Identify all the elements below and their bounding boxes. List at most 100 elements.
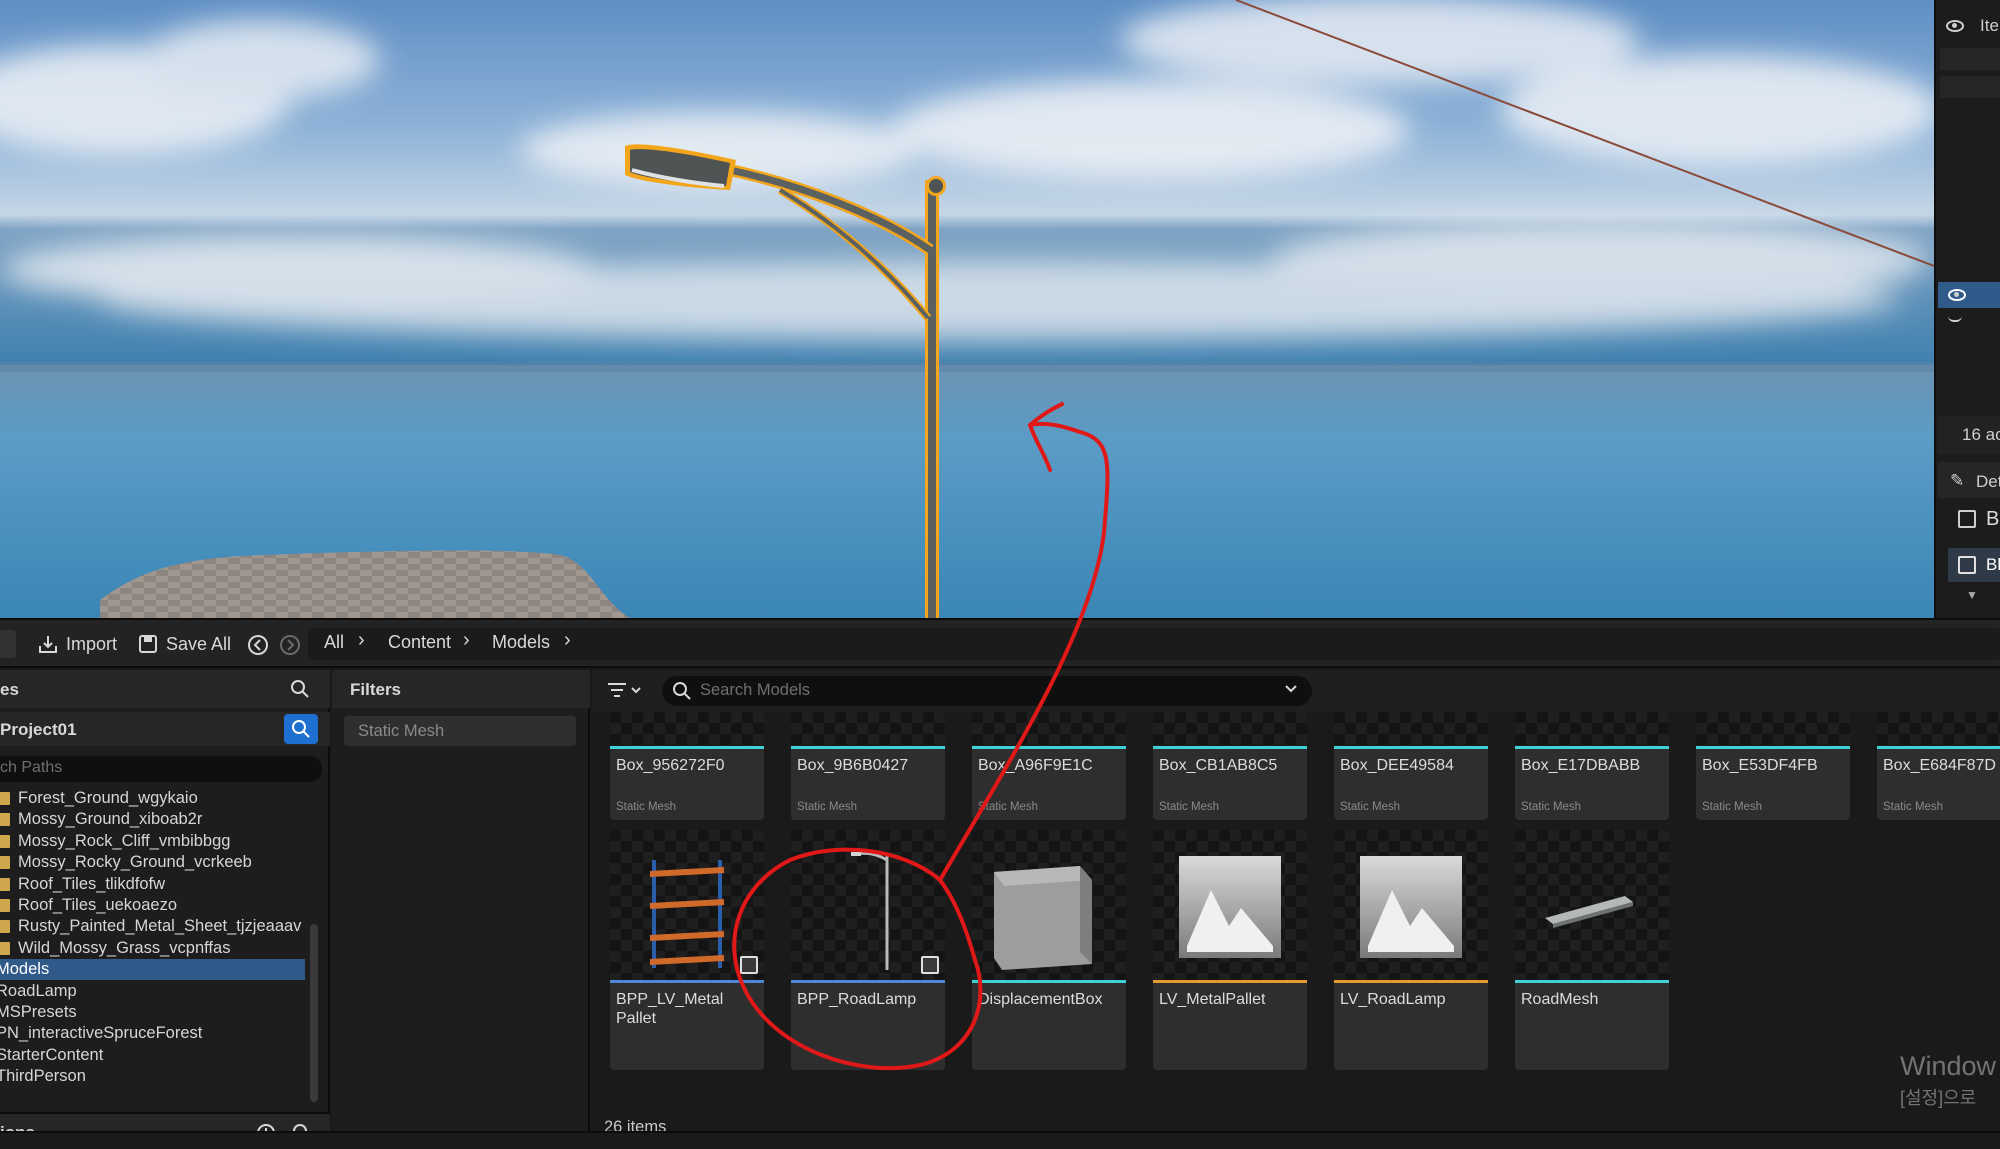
outliner-row-selected[interactable] xyxy=(1938,282,2000,308)
tree-item[interactable]: Mossy_Ground_xiboab2r xyxy=(0,809,305,830)
asset-tile[interactable]: BPP_RoadLamp xyxy=(791,830,945,1070)
asset-type-bar xyxy=(1877,746,2000,749)
tree-item-label: Mossy_Rock_Cliff_vmbibbgg xyxy=(18,831,231,850)
tree-item-label: Mossy_Ground_xiboab2r xyxy=(18,810,203,829)
tree-item-label: Rusty_Painted_Metal_Sheet_tjzjeaaav xyxy=(18,917,302,936)
filter-icon[interactable] xyxy=(606,680,646,707)
tree-scrollbar[interactable] xyxy=(310,924,318,1102)
asset-name: BPP_RoadLamp xyxy=(797,991,917,1008)
tree-item[interactable]: Wild_Mossy_Grass_vcpnffas xyxy=(0,938,305,959)
blueprint-icon xyxy=(1958,510,1976,528)
chevron-right-icon[interactable]: › xyxy=(463,629,470,652)
asset-tile[interactable]: Box_E17DBABB Static Mesh xyxy=(1515,712,1669,820)
asset-name: Box_CB1AB8C5 xyxy=(1159,757,1278,774)
asset-tile[interactable]: Box_E684F87D Static Mesh xyxy=(1877,712,2000,820)
asset-name: Box_E53DF4FB xyxy=(1702,757,1818,774)
asset-thumbnail xyxy=(972,712,1126,746)
chevron-right-icon[interactable]: › xyxy=(564,629,571,652)
project-search-button[interactable] xyxy=(284,714,318,744)
asset-type-bar xyxy=(1334,746,1488,749)
chevron-down-icon[interactable] xyxy=(1282,680,1300,703)
tree-item-label: ThirdPerson xyxy=(0,1067,86,1086)
status-bar xyxy=(0,1131,2000,1149)
asset-type: Static Mesh xyxy=(1521,801,1582,813)
asset-tile[interactable]: Box_9B6B0427 Static Mesh xyxy=(791,712,945,820)
eye-icon[interactable] xyxy=(1946,20,1964,32)
asset-tile[interactable]: LV_MetalPallet xyxy=(1153,830,1307,1070)
breadcrumb-all[interactable]: All xyxy=(324,632,344,653)
breadcrumb-content[interactable]: Content xyxy=(388,632,451,653)
save-icon xyxy=(138,634,158,654)
breadcrumb-models[interactable]: Models xyxy=(492,632,550,653)
project-row[interactable]: Project01 xyxy=(0,712,330,746)
asset-tile[interactable]: BPP_LV_Metal Pallet xyxy=(610,830,764,1070)
asset-type: Static Mesh xyxy=(978,801,1039,813)
asset-tile[interactable]: DisplacementBox xyxy=(972,830,1126,1070)
tree-item-label: Roof_Tiles_tlikdfofw xyxy=(18,874,166,893)
asset-tile[interactable]: Box_DEE49584 Static Mesh xyxy=(1334,712,1488,820)
folder-icon xyxy=(0,856,10,870)
asset-type-bar xyxy=(1153,980,1307,983)
path-search-input[interactable]: ch Paths xyxy=(0,756,322,782)
save-all-button[interactable]: Save All xyxy=(138,628,231,660)
details-component[interactable]: B xyxy=(1986,508,1999,531)
forward-arrow-icon[interactable] xyxy=(279,634,301,661)
asset-tile[interactable]: Box_E53DF4FB Static Mesh xyxy=(1696,712,1850,820)
tree-item[interactable]: Mossy_Rock_Cliff_vmbibbgg xyxy=(0,831,305,852)
details-component-selected[interactable]: Bl xyxy=(1948,548,2000,582)
folder-tree: Forest_Ground_wgykaio Mossy_Ground_xiboab… xyxy=(0,788,305,1118)
asset-tile[interactable]: Box_956272F0 Static Mesh xyxy=(610,712,764,820)
blueprint-icon xyxy=(921,956,939,974)
asset-type: Static Mesh xyxy=(616,801,677,813)
import-button[interactable]: Import xyxy=(38,628,117,660)
tree-item[interactable]: RoadLamp xyxy=(0,981,305,1002)
tree-item[interactable]: ThirdPerson xyxy=(0,1066,305,1087)
asset-type: Static Mesh xyxy=(1702,801,1763,813)
chevron-right-icon[interactable]: › xyxy=(358,629,365,652)
content-browser-toolbar: Import Save All All › Content › Models › xyxy=(0,618,2000,668)
asset-name: LV_MetalPallet xyxy=(1159,991,1266,1008)
tree-item[interactable]: Forest_Ground_wgykaio xyxy=(0,788,305,809)
tree-item[interactable]: Mossy_Rocky_Ground_vcrkeeb xyxy=(0,852,305,873)
asset-tile[interactable]: Box_CB1AB8C5 Static Mesh xyxy=(1153,712,1307,820)
tree-item[interactable]: StarterContent xyxy=(0,1045,305,1066)
asset-tile[interactable]: RoadMesh xyxy=(1515,830,1669,1070)
details-component-label: Bl xyxy=(1986,555,2000,574)
eye-icon[interactable] xyxy=(1948,289,1966,301)
tree-item[interactable]: Roof_Tiles_tlikdfofw xyxy=(0,874,305,895)
tree-item[interactable]: PN_interactiveSpruceForest xyxy=(0,1023,305,1044)
outliner-row[interactable] xyxy=(1940,76,2000,98)
tree-item[interactable]: Roof_Tiles_uekoaezo xyxy=(0,895,305,916)
asset-view: Search Models Box_956272F0 Static Mesh Box… xyxy=(592,670,2000,1149)
asset-tile[interactable]: LV_RoadLamp xyxy=(1334,830,1488,1070)
tree-item[interactable]: MSPresets xyxy=(0,1002,305,1023)
tree-item[interactable]: Rusty_Painted_Metal_Sheet_tjzjeaaav xyxy=(0,916,305,937)
filter-chip-static-mesh[interactable]: Static Mesh xyxy=(344,716,576,746)
details-tab[interactable]: ✎ Det xyxy=(1938,462,2000,498)
project-label: Project01 xyxy=(0,720,77,739)
outliner-row[interactable] xyxy=(1940,48,2000,70)
folder-icon xyxy=(0,877,10,891)
asset-name: BPP_LV_Metal Pallet xyxy=(616,991,724,1027)
asset-tile[interactable]: Box_A96F9E1C Static Mesh xyxy=(972,712,1126,820)
search-models-input[interactable]: Search Models xyxy=(662,676,1312,706)
asset-type-bar xyxy=(1153,746,1307,749)
activation-watermark: Window xyxy=(1900,1051,1997,1081)
asset-type-bar xyxy=(1515,980,1669,983)
tree-item[interactable]: Models xyxy=(0,959,305,981)
back-arrow-icon[interactable] xyxy=(247,634,269,661)
actor-count: 16 ac xyxy=(1962,425,2000,444)
tree-item-label: Wild_Mossy_Grass_vcpnffas xyxy=(18,938,231,957)
asset-thumbnail xyxy=(610,712,764,746)
tree-item-label: RoadLamp xyxy=(0,981,77,1000)
search-placeholder: Search Models xyxy=(700,681,811,699)
tree-item-label: Roof_Tiles_uekoaezo xyxy=(18,896,177,914)
expand-arrow-icon[interactable]: ▼ xyxy=(1966,588,1978,602)
asset-thumbnail xyxy=(1334,830,1488,980)
eye-closed-icon[interactable] xyxy=(1948,316,1962,322)
add-button[interactable] xyxy=(0,630,16,658)
breadcrumb xyxy=(308,628,2000,660)
search-icon[interactable] xyxy=(290,679,310,704)
folder-icon xyxy=(0,792,10,805)
level-viewport[interactable] xyxy=(0,0,1934,618)
